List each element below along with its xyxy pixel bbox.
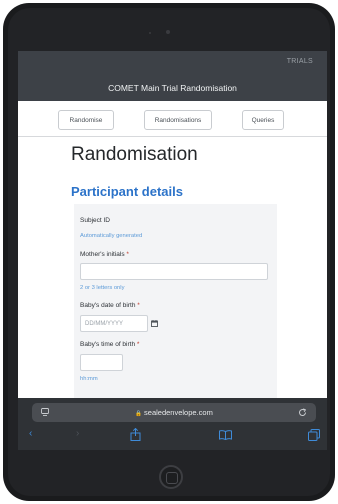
page-content: Randomisation Participant details Subjec… bbox=[18, 138, 327, 404]
url-display[interactable]: 🔒 sealedenvelope.com bbox=[32, 408, 316, 417]
page-title: Randomisation bbox=[71, 144, 198, 165]
ipad-device: TRIALS COMET Main Trial Randomisation Ra… bbox=[3, 3, 335, 501]
address-bar[interactable]: 🔒 sealedenvelope.com bbox=[32, 403, 316, 422]
sensor-dot bbox=[149, 32, 151, 34]
back-icon[interactable]: ‹ bbox=[29, 428, 32, 439]
section-title: Participant details bbox=[71, 184, 183, 199]
mother-initials-input[interactable] bbox=[80, 263, 268, 280]
subject-id-label: Subject ID bbox=[80, 217, 110, 224]
dob-label: Baby's date of birth * bbox=[80, 302, 140, 309]
dob-input[interactable]: DD/MM/YYYY bbox=[80, 315, 148, 332]
subject-id-value: Automatically generated bbox=[80, 233, 143, 239]
tob-label-text: Baby's time of birth bbox=[80, 341, 136, 348]
tab-randomise[interactable]: Randomise bbox=[58, 110, 114, 130]
tob-help: hh:mm bbox=[80, 376, 98, 382]
tab-randomisations[interactable]: Randomisations bbox=[144, 110, 212, 130]
tab-bar: Randomise Randomisations Queries bbox=[18, 101, 327, 137]
reload-icon[interactable] bbox=[298, 408, 307, 417]
required-marker: * bbox=[126, 251, 129, 258]
calendar-icon[interactable] bbox=[151, 320, 158, 327]
share-icon[interactable] bbox=[130, 428, 141, 441]
device-screen: TRIALS COMET Main Trial Randomisation Ra… bbox=[18, 51, 327, 450]
tab-queries[interactable]: Queries bbox=[242, 110, 284, 130]
brand-label[interactable]: TRIALS bbox=[287, 58, 313, 65]
tob-input[interactable] bbox=[80, 354, 123, 371]
required-marker: * bbox=[136, 341, 140, 348]
mother-initials-label: Mother's initials * bbox=[80, 251, 129, 258]
tabs-icon[interactable] bbox=[308, 429, 320, 441]
participant-form: Subject ID Automatically generated Mothe… bbox=[74, 204, 277, 404]
app-title: COMET Main Trial Randomisation bbox=[108, 83, 237, 93]
home-button-icon[interactable] bbox=[159, 465, 183, 489]
forward-icon[interactable]: › bbox=[76, 428, 79, 439]
mother-initials-help: 2 or 3 letters only bbox=[80, 285, 125, 291]
url-text: sealedenvelope.com bbox=[144, 408, 213, 417]
required-marker: * bbox=[137, 302, 140, 309]
site-header: TRIALS COMET Main Trial Randomisation bbox=[18, 51, 327, 101]
browser-toolbar: 🔒 sealedenvelope.com ‹ › bbox=[18, 398, 327, 450]
camera-icon bbox=[166, 30, 170, 34]
bookmarks-icon[interactable] bbox=[219, 430, 232, 440]
dob-label-text: Baby's date of birth bbox=[80, 302, 136, 309]
tob-label: Baby's time of birth * bbox=[80, 341, 139, 348]
mother-initials-label-text: Mother's initials bbox=[80, 251, 125, 258]
lock-icon: 🔒 bbox=[135, 411, 143, 417]
